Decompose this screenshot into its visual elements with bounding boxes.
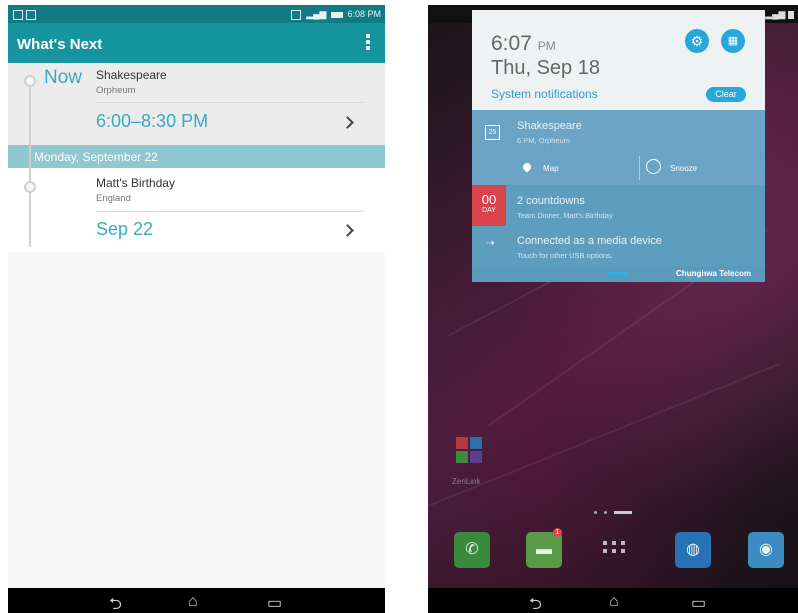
- map-action[interactable]: Map: [543, 164, 559, 173]
- home-screen-with-notification-shade: ▂▄▆ 6:07 PM Thu, Sep 18 System notificat…: [428, 5, 798, 613]
- timeline-line: [29, 75, 31, 247]
- clock-time: 6:07: [491, 32, 532, 55]
- camera-icon[interactable]: ◉: [748, 532, 784, 568]
- event-location: England: [96, 193, 131, 204]
- alarm-icon[interactable]: [646, 159, 661, 174]
- notification-actions: [472, 152, 765, 185]
- notification-countdowns[interactable]: 2 countdowns Team Dinner, Matt's Birthda…: [472, 185, 765, 226]
- countdown-unit: DAY: [482, 207, 496, 214]
- notification-subtitle: Touch for other USB options.: [517, 251, 613, 260]
- clock-ampm: PM: [537, 39, 556, 53]
- browser-icon[interactable]: ◍: [675, 532, 711, 568]
- status-bar: ▂▄▆ 6:08 PM: [8, 5, 385, 23]
- event-title: Matt's Birthday: [96, 176, 175, 190]
- clock: 6:07 PM: [491, 32, 556, 56]
- now-label: Now: [44, 67, 83, 88]
- battery-icon: [788, 10, 794, 19]
- sms-badge: 1: [553, 528, 562, 537]
- carrier-label: Chunghwa Telecom: [676, 269, 751, 278]
- day-header: Monday, September 22: [8, 145, 385, 168]
- gear-icon[interactable]: ⚙: [685, 29, 709, 53]
- quick-settings-icon[interactable]: ▦: [721, 29, 745, 53]
- navigation-bar: ⮌ ⌂ ▭: [428, 588, 798, 613]
- calendar-icon: 25: [485, 125, 500, 140]
- notification-title: 2 countdowns: [517, 195, 585, 207]
- event-date: Sep 22: [96, 219, 154, 239]
- back-icon[interactable]: ⮌: [109, 593, 122, 613]
- shade-drag-handle[interactable]: [608, 272, 628, 275]
- event-location: Orpheum: [96, 85, 136, 96]
- battery-icon: [330, 11, 343, 18]
- timeline-dot: [24, 181, 36, 193]
- wallpaper-streak: [428, 362, 781, 507]
- page-title: What's Next: [17, 36, 103, 53]
- navigation-bar: ⮌ ⌂ ▭: [8, 588, 385, 613]
- shade-header: 6:07 PM Thu, Sep 18 System notifications…: [472, 10, 765, 110]
- divider: [639, 156, 640, 180]
- divider: [96, 211, 364, 212]
- notification-shade: 6:07 PM Thu, Sep 18 System notifications…: [472, 10, 765, 282]
- app-drawer-icon[interactable]: [596, 532, 632, 568]
- system-notifications-link[interactable]: System notifications: [491, 87, 598, 101]
- page-indicator: [594, 504, 632, 522]
- messaging-icon[interactable]: ▬ 1: [526, 528, 562, 568]
- whats-next-screen: ▂▄▆ 6:08 PM What's Next Monday, Septembe…: [8, 5, 385, 613]
- status-time: 6:08 PM: [347, 9, 381, 19]
- notification-subtitle: Team Dinner, Matt's Birthday: [517, 211, 613, 220]
- app-bar: What's Next: [8, 23, 385, 63]
- timeline-dot: [24, 75, 36, 87]
- home-icon[interactable]: ⌂: [609, 593, 619, 611]
- notification-subtitle: 6 PM, Orpheum: [517, 136, 570, 145]
- event-time: 6:00–8:30 PM: [96, 111, 209, 131]
- notification-title: Connected as a media device: [517, 235, 662, 247]
- snooze-action[interactable]: Snooze: [670, 164, 697, 173]
- back-icon[interactable]: ⮌: [529, 593, 542, 613]
- notification-icon: [13, 9, 23, 20]
- phone-icon[interactable]: ✆: [454, 532, 490, 568]
- notification-icon: [26, 9, 36, 20]
- recent-apps-icon[interactable]: ▭: [267, 593, 282, 613]
- countdown-number: 00: [481, 192, 497, 207]
- notification-shakespeare[interactable]: 25 Shakespeare 6 PM, Orpheum: [472, 110, 765, 152]
- countdown-badge: 00 DAY: [472, 185, 506, 226]
- signal-icon: ▂▄▆: [765, 9, 786, 19]
- usb-icon: ⇢: [486, 238, 495, 249]
- date: Thu, Sep 18: [491, 57, 600, 79]
- notification-title: Shakespeare: [517, 120, 582, 132]
- home-icon[interactable]: ⌂: [188, 593, 198, 611]
- zenlink-folder[interactable]: [456, 437, 486, 472]
- day-header-label: Monday, September 22: [34, 150, 158, 164]
- divider: [96, 102, 364, 103]
- notification-icon: [290, 9, 301, 20]
- event-card-birthday[interactable]: [8, 168, 385, 252]
- clear-button[interactable]: Clear: [706, 87, 746, 102]
- notification-usb[interactable]: Connected as a media device Touch for ot…: [472, 226, 765, 266]
- zenlink-label: ZenLink: [452, 477, 481, 486]
- overflow-menu-icon[interactable]: [365, 34, 371, 52]
- event-title: Shakespeare: [96, 68, 167, 82]
- recent-apps-icon[interactable]: ▭: [691, 593, 706, 613]
- signal-icon: ▂▄▆: [306, 9, 327, 19]
